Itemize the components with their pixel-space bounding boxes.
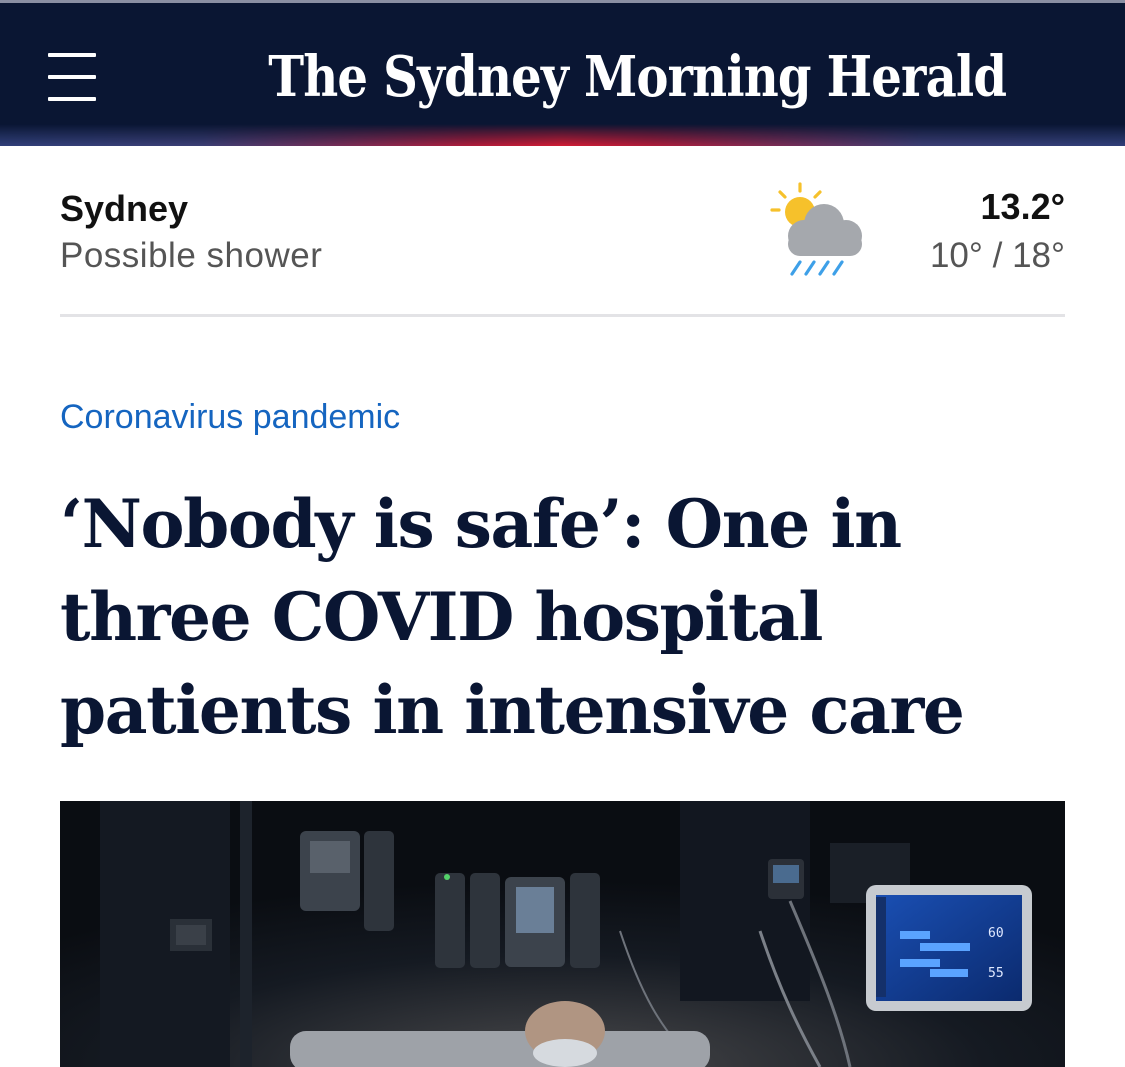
icu-photo: 60 55 [60,801,1065,1067]
partly-sunny-rain-icon [770,182,862,276]
weather-city: Sydney [60,188,189,229]
weather-description: Possible shower [60,236,323,275]
monitor-reading-1: 60 [988,926,1004,941]
current-temperature: 13.2° [980,186,1065,227]
article-headline[interactable]: ‘Nobody is safe’: One in three COVID hos… [60,478,1070,757]
hamburger-menu-icon[interactable] [46,51,98,103]
section-kicker-link[interactable]: Coronavirus pandemic [60,398,400,437]
monitor-reading-2: 55 [988,966,1004,981]
hero-image[interactable]: 60 55 [60,801,1065,1067]
divider [60,314,1065,317]
temperature-range: 10° / 18° [929,236,1065,275]
site-logo[interactable]: The Sydney Morning Herald [268,37,1007,117]
masthead: The Sydney Morning Herald [0,0,1125,146]
